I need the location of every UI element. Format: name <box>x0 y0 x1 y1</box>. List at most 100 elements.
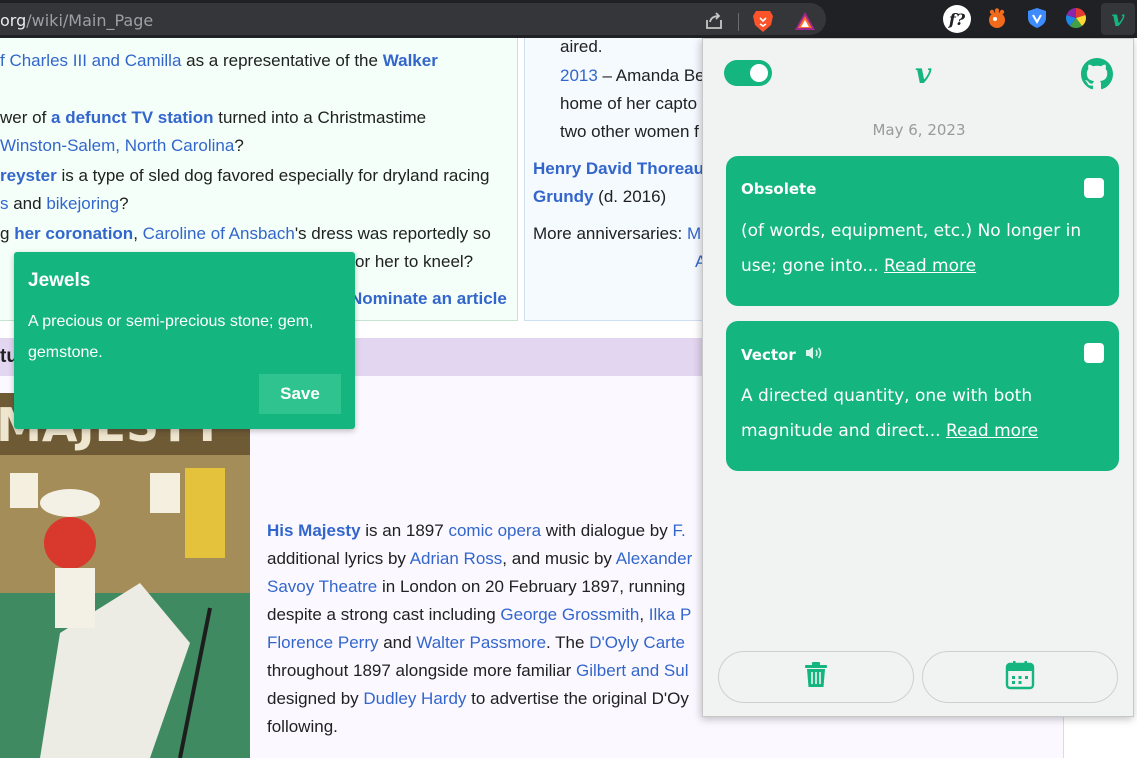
wiki-link[interactable]: Winston-Salem, North Carolina <box>0 136 234 155</box>
definition-tooltip: Jewels A precious or semi-precious stone… <box>14 252 355 429</box>
wiki-text: with dialogue by <box>541 521 673 540</box>
calendar-button[interactable] <box>922 651 1118 703</box>
wiki-link[interactable]: D'Oyly Carte <box>589 633 685 652</box>
tfa-line: following. <box>267 713 338 741</box>
read-more-link[interactable]: Read more <box>884 256 976 276</box>
word-card-checkbox[interactable] <box>1084 343 1104 363</box>
read-more-link[interactable]: Read more <box>946 421 1038 441</box>
wiki-text: despite a strong cast including <box>267 605 501 624</box>
f-question-extension-icon[interactable]: f? <box>942 4 972 34</box>
wiki-link[interactable]: Savoy Theatre <box>267 577 377 596</box>
dyk-line: g her coronation, Caroline of Ansbach's … <box>0 220 491 248</box>
dyk-line: f Charles III and Camilla as a represent… <box>0 47 438 75</box>
otd-line: Grundy (d. 2016) <box>533 183 666 211</box>
wiki-link[interactable]: F. <box>672 521 685 540</box>
dyk-line: or her to kneel? <box>355 248 473 276</box>
wiki-text: designed by <box>267 689 364 708</box>
wiki-link[interactable]: bikejoring <box>46 194 119 213</box>
wiki-text: to advertise the original D'Oy <box>466 689 689 708</box>
wiki-link[interactable]: Alexander <box>616 549 693 568</box>
wiki-link[interactable]: Florence Perry <box>267 633 378 652</box>
wiki-link[interactable]: s <box>0 194 9 213</box>
wiki-text: in London on 20 February 1897, running <box>377 577 686 596</box>
dyk-line: wer of a defunct TV station turned into … <box>0 104 426 132</box>
wiki-text: wer of <box>0 108 52 127</box>
wiki-text: More anniversaries: <box>533 224 688 243</box>
wiki-text: following. <box>267 717 338 736</box>
dyk-line: Nominate an article <box>350 285 507 313</box>
wiki-link[interactable]: Grundy <box>533 187 593 206</box>
wiki-link[interactable]: 2013 <box>560 66 598 85</box>
wiki-link[interactable]: His Majesty <box>267 521 361 540</box>
delete-button[interactable] <box>718 651 914 703</box>
color-wheel-extension-icon[interactable] <box>1064 6 1088 30</box>
wiki-link[interactable]: M <box>687 224 701 243</box>
word-card: Vector A directed quantity, one with bot… <box>726 321 1119 471</box>
wiki-link[interactable]: comic opera <box>448 521 541 540</box>
v-extension-icon[interactable]: v <box>1101 3 1135 35</box>
address-bar[interactable]: org/wiki/Main_Page <box>0 3 826 35</box>
brave-lion-icon[interactable] <box>751 9 775 33</box>
wiki-link[interactable]: Walker <box>383 51 438 70</box>
wiki-link[interactable]: Dudley Hardy <box>363 689 466 708</box>
otd-line: two other women f <box>560 118 699 146</box>
url-text[interactable]: org/wiki/Main_Page <box>0 11 153 30</box>
wiki-text: or her to kneel? <box>355 252 474 271</box>
tfa-line: additional lyrics by Adrian Ross, and mu… <box>267 545 692 573</box>
word-card-title: Vector <box>741 345 824 365</box>
his-majesty-poster-image[interactable]: MAJESTY <box>0 393 250 758</box>
wiki-link[interactable]: Ilka P <box>649 605 692 624</box>
wiki-text: aired. <box>560 38 603 56</box>
tooltip-definition: A precious or semi-precious stone; gem, … <box>28 313 314 361</box>
tfa-line: Savoy Theatre in London on 20 February 1… <box>267 573 685 601</box>
tfa-line: designed by Dudley Hardy to advertise th… <box>267 685 689 713</box>
dyk-line: s and bikejoring? <box>0 190 129 218</box>
otd-line: aired. <box>560 38 603 61</box>
wiki-link[interactable]: Henry David Thoreau <box>533 159 704 178</box>
wiki-text: two other women f <box>560 122 699 141</box>
wiki-link[interactable]: her coronation <box>14 224 133 243</box>
wiki-link[interactable]: Caroline of Ansbach <box>143 224 295 243</box>
dyk-line: Winston-Salem, North Carolina? <box>0 132 244 160</box>
wiki-text: 's dress was reportedly so <box>294 224 491 243</box>
enable-toggle[interactable] <box>724 60 772 86</box>
word-card-title: Obsolete <box>741 180 816 198</box>
wiki-link[interactable]: Walter Passmore <box>416 633 546 652</box>
share-icon[interactable] <box>702 9 726 33</box>
tooltip-word: Jewels <box>28 270 91 291</box>
wiki-text: g <box>0 224 15 243</box>
wiki-text: is an 1897 <box>360 521 449 540</box>
wiki-text: (d. 2016) <box>593 187 667 206</box>
wiki-text: ? <box>234 136 244 155</box>
brand-logo: v <box>915 57 932 90</box>
saved-date: May 6, 2023 <box>872 121 966 139</box>
speaker-icon[interactable] <box>804 345 824 365</box>
wiki-link[interactable]: a defunct TV station <box>51 108 213 127</box>
otd-line: home of her capto <box>560 90 697 118</box>
wiki-text: additional lyrics by <box>267 549 410 568</box>
toggle-knob <box>750 64 768 82</box>
wiki-text: and <box>378 633 417 652</box>
browser-toolbar: org/wiki/Main_Page f? v <box>0 0 1137 38</box>
hand-extension-icon[interactable] <box>985 6 1009 30</box>
wiki-link[interactable]: Gilbert and Sul <box>576 661 688 680</box>
otd-line: Henry David Thoreau <box>533 155 704 183</box>
dyk-line: reyster is a type of sled dog favored es… <box>0 162 490 190</box>
github-icon[interactable] <box>1081 58 1113 90</box>
otd-line: 2013 – Amanda Be <box>560 62 705 90</box>
wiki-link[interactable]: Nominate an article <box>350 289 507 308</box>
word-card-word: Obsolete <box>741 180 817 198</box>
wiki-link[interactable]: f Charles III and Camilla <box>0 51 181 70</box>
shield-extension-icon[interactable] <box>1025 6 1049 30</box>
tfa-line: Florence Perry and Walter Passmore. The … <box>267 629 685 657</box>
wiki-text: throughout 1897 alongside more familiar <box>267 661 577 680</box>
wiki-text: home of her capto <box>560 94 698 113</box>
wiki-link[interactable]: George Grossmith <box>500 605 639 624</box>
vocabulary-extension-popup: v May 6, 2023 Obsolete (of words, equipm… <box>702 38 1134 717</box>
wiki-link[interactable]: reyster <box>0 166 57 185</box>
wiki-link[interactable]: Adrian Ross <box>410 549 503 568</box>
tfa-line: despite a strong cast including George G… <box>267 601 691 629</box>
word-card-checkbox[interactable] <box>1084 178 1104 198</box>
brave-rewards-icon[interactable] <box>793 9 817 33</box>
save-word-button[interactable]: Save <box>259 374 341 414</box>
